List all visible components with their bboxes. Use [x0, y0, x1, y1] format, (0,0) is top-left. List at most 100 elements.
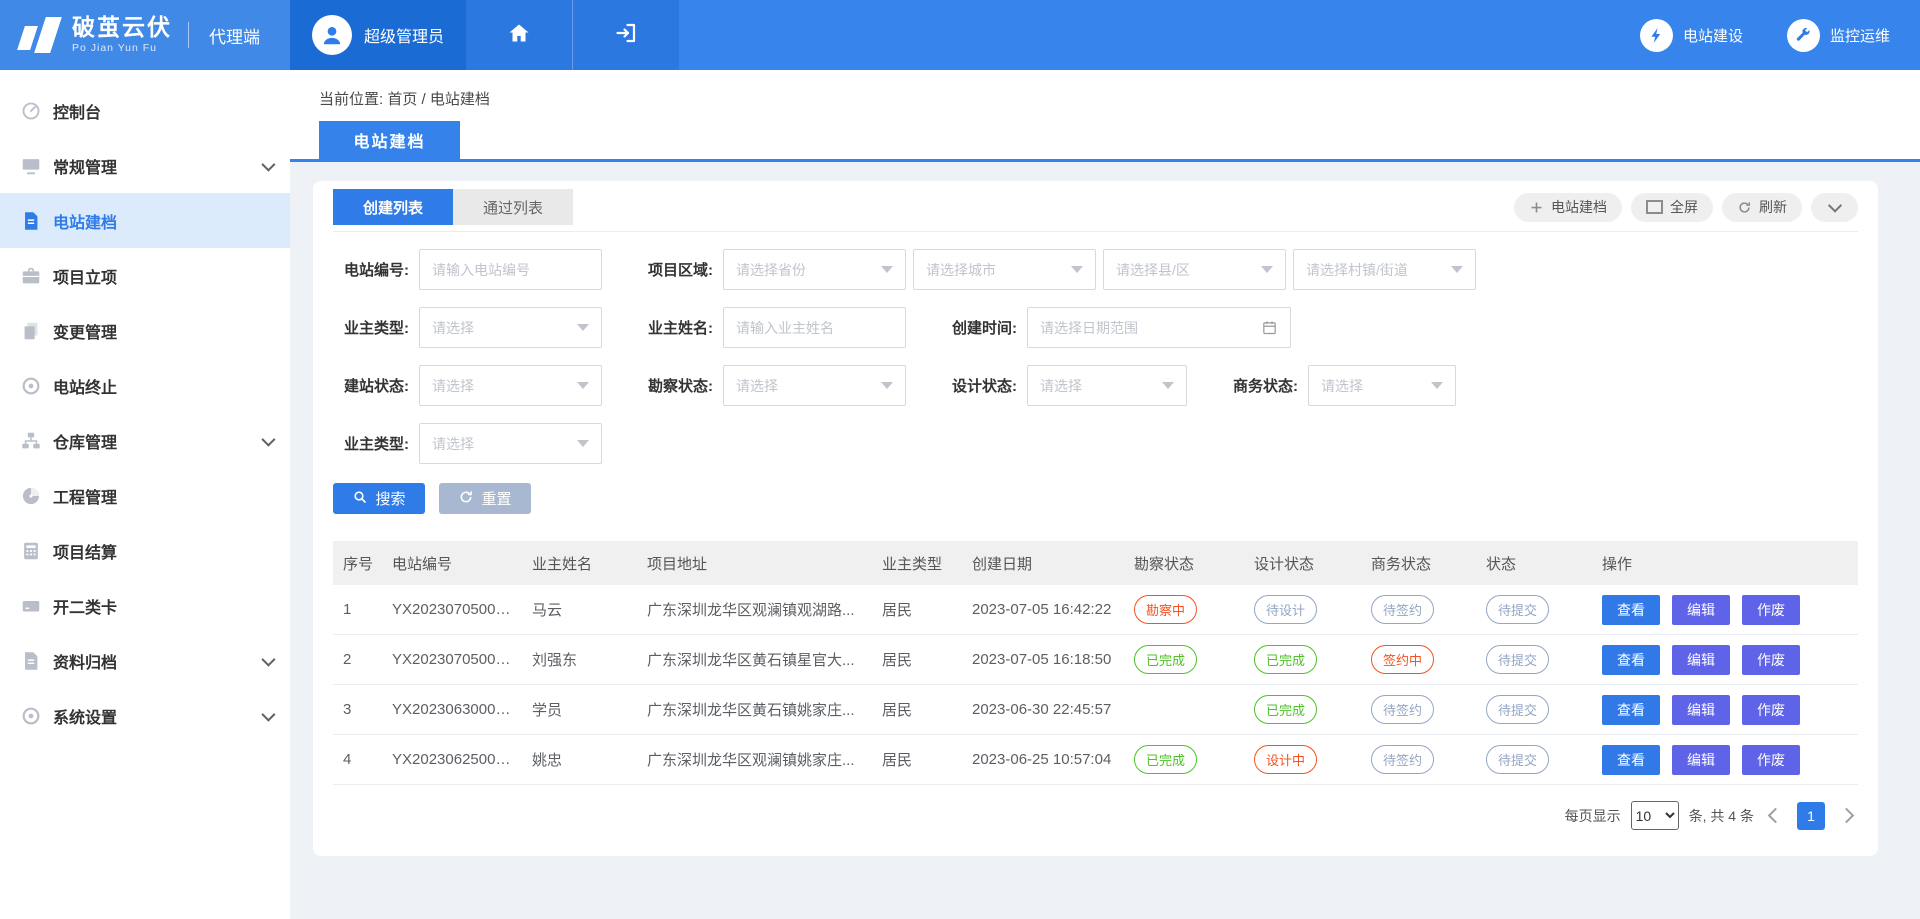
sidebar-item-station-stop[interactable]: 电站终止	[0, 358, 290, 413]
status-badge: 待签约	[1371, 745, 1434, 774]
nav-station-build[interactable]: 电站建设	[1640, 19, 1743, 52]
owner-type: 居民	[872, 735, 962, 785]
owner-type-select-2[interactable]: 请选择	[419, 423, 602, 464]
fullscreen-button[interactable]: 全屏	[1631, 193, 1713, 222]
sidebar-item-label: 开二类卡	[53, 594, 117, 618]
town-select[interactable]: 请选择村镇/街道	[1293, 249, 1476, 290]
city-select[interactable]: 请选择城市	[913, 249, 1096, 290]
add-station-button[interactable]: 电站建档	[1514, 193, 1622, 222]
refresh-button[interactable]: 刷新	[1722, 193, 1802, 222]
sidebar-item-warehouse-mgmt[interactable]: 仓库管理	[0, 413, 290, 468]
sidebar-item-label: 系统设置	[53, 704, 117, 728]
status-cell: 待签约	[1361, 685, 1476, 735]
chevron-down-icon	[261, 157, 275, 171]
owner-name-input[interactable]	[723, 307, 906, 348]
owner-type-select[interactable]: 请选择	[419, 307, 602, 348]
page-tab[interactable]: 电站建档	[319, 121, 460, 159]
void-button[interactable]: 作废	[1742, 595, 1800, 625]
sidebar-item-general-mgmt[interactable]: 常规管理	[0, 138, 290, 193]
collapse-button[interactable]	[1811, 193, 1858, 222]
sidebar-item-engineering[interactable]: 工程管理	[0, 468, 290, 523]
edit-button[interactable]: 编辑	[1672, 695, 1730, 725]
logout-button[interactable]	[572, 0, 679, 70]
calculator-icon	[20, 540, 42, 562]
column-header: 状态	[1476, 541, 1592, 585]
nav-monitor-ops[interactable]: 监控运维	[1787, 19, 1890, 52]
home-icon	[507, 21, 531, 50]
search-button[interactable]: 搜索	[333, 483, 425, 514]
column-header: 序号	[333, 541, 382, 585]
status-cell: 待提交	[1476, 735, 1592, 785]
edit-button[interactable]: 编辑	[1672, 645, 1730, 675]
station-code-input[interactable]	[419, 249, 602, 290]
design-status-select[interactable]: 请选择	[1027, 365, 1187, 406]
view-button[interactable]: 查看	[1602, 745, 1660, 775]
sidebar-item-station-archive[interactable]: 电站建档	[0, 193, 290, 248]
station-id: YX2023062500004	[382, 735, 522, 785]
archive-icon	[20, 650, 42, 672]
status-badge: 已完成	[1254, 695, 1317, 724]
brand-subtitle: Po Jian Yun Fu	[72, 43, 172, 54]
actions-cell: 查看编辑作废	[1592, 735, 1858, 785]
user-menu[interactable]: 超级管理员	[290, 0, 466, 70]
sitemap-icon	[20, 430, 42, 452]
province-select[interactable]: 请选择省份	[723, 249, 906, 290]
placeholder-text: 请选择城市	[926, 260, 996, 280]
dropdown-caret-icon	[1261, 266, 1273, 273]
void-button[interactable]: 作废	[1742, 645, 1800, 675]
placeholder-text: 请选择县/区	[1116, 260, 1190, 280]
business-status-select-label: 商务状态:	[1222, 375, 1308, 396]
create-time-input[interactable]: 请选择日期范围	[1027, 307, 1291, 348]
next-page-icon[interactable]	[1839, 808, 1855, 824]
monitor-icon	[20, 155, 42, 177]
page-number[interactable]: 1	[1797, 802, 1825, 830]
survey-status-select[interactable]: 请选择	[723, 365, 906, 406]
reset-button[interactable]: 重置	[439, 483, 531, 514]
column-header: 操作	[1592, 541, 1858, 585]
calendar-icon	[1261, 319, 1278, 336]
sidebar-item-console[interactable]: 控制台	[0, 83, 290, 138]
status-badge: 待提交	[1486, 745, 1549, 774]
per-page-label: 每页显示	[1565, 806, 1621, 826]
tab-create-list[interactable]: 创建列表	[333, 189, 453, 225]
sidebar-item-data-archive[interactable]: 资料归档	[0, 633, 290, 688]
breadcrumb-label: 当前位置:	[319, 91, 383, 108]
void-button[interactable]: 作废	[1742, 695, 1800, 725]
sidebar-item-project-setup[interactable]: 项目立项	[0, 248, 290, 303]
placeholder-text: 请选择	[736, 376, 778, 396]
dropdown-caret-icon	[1451, 266, 1463, 273]
chevron-down-icon	[261, 432, 275, 446]
build-status-select-label: 建站状态:	[333, 375, 419, 396]
build-status-select[interactable]: 请选择	[419, 365, 602, 406]
status-badge: 设计中	[1254, 745, 1317, 774]
sidebar-item-type2-card[interactable]: 开二类卡	[0, 578, 290, 633]
view-button[interactable]: 查看	[1602, 695, 1660, 725]
breadcrumb-path: 首页 / 电站建档	[387, 91, 490, 108]
sidebar-item-change-mgmt[interactable]: 变更管理	[0, 303, 290, 358]
table-header-row: 序号电站编号业主姓名项目地址业主类型创建日期勘察状态设计状态商务状态状态操作	[333, 541, 1858, 585]
sidebar-item-system-settings[interactable]: 系统设置	[0, 688, 290, 743]
breadcrumb: 当前位置: 首页 / 电站建档	[290, 70, 1920, 109]
prev-page-icon[interactable]	[1768, 808, 1784, 824]
void-button[interactable]: 作废	[1742, 745, 1800, 775]
view-button[interactable]: 查看	[1602, 595, 1660, 625]
edit-button[interactable]: 编辑	[1672, 595, 1730, 625]
home-button[interactable]	[466, 0, 572, 70]
owner-name-input-label: 业主姓名:	[637, 317, 723, 338]
sidebar-item-label: 电站终止	[53, 374, 117, 398]
edit-button[interactable]: 编辑	[1672, 745, 1730, 775]
status-cell: 待设计	[1244, 585, 1361, 635]
sidebar-item-settlement[interactable]: 项目结算	[0, 523, 290, 578]
station-code-input-label: 电站编号:	[333, 259, 419, 280]
view-button[interactable]: 查看	[1602, 645, 1660, 675]
business-status-select[interactable]: 请选择	[1308, 365, 1456, 406]
status-badge: 签约中	[1371, 645, 1434, 674]
county-select[interactable]: 请选择县/区	[1103, 249, 1286, 290]
status-cell: 已完成	[1244, 685, 1361, 735]
owner-name: 马云	[522, 585, 637, 635]
station-id: YX2023070500011	[382, 585, 522, 635]
per-page-select[interactable]: 10	[1631, 801, 1679, 830]
tab-passed-list[interactable]: 通过列表	[453, 189, 573, 225]
chevron-down-icon	[261, 707, 275, 721]
create-date: 2023-06-30 22:45:57	[962, 685, 1124, 735]
